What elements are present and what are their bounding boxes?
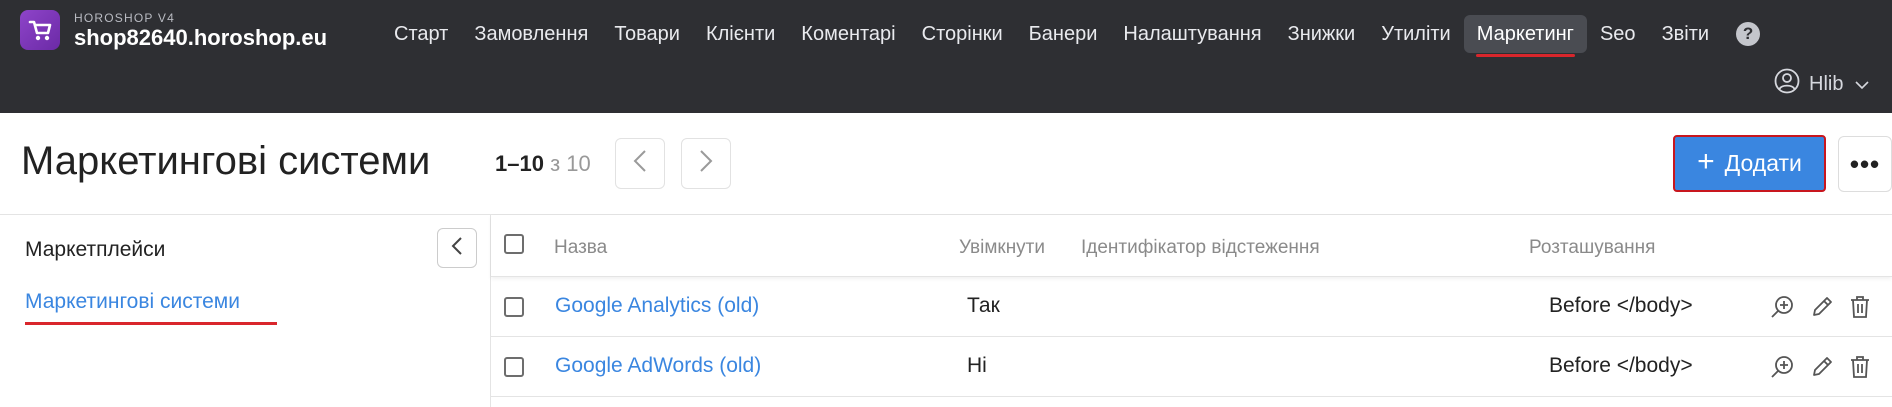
- column-placement[interactable]: Розташування: [1529, 237, 1655, 259]
- user-avatar-icon: [1774, 68, 1800, 100]
- active-item-underline: [25, 322, 277, 325]
- nav-item-orders[interactable]: Замовлення: [461, 15, 601, 53]
- pagination-info: 1–10 з 10: [495, 151, 591, 177]
- shop-domain[interactable]: shop82640.horoshop.eu: [74, 25, 327, 51]
- chevron-left-icon: [451, 236, 463, 261]
- zoom-in-icon[interactable]: [1768, 353, 1796, 381]
- pencil-icon[interactable]: [1808, 353, 1836, 381]
- row-checkbox[interactable]: [504, 297, 524, 317]
- collapse-sidebar-button[interactable]: [437, 228, 477, 268]
- nav-item-products[interactable]: Товари: [601, 15, 693, 53]
- row-name-link[interactable]: Google Analytics (old): [555, 294, 759, 318]
- trash-icon[interactable]: [1846, 293, 1874, 321]
- next-page-button[interactable]: [681, 138, 731, 189]
- add-button[interactable]: + Додати: [1673, 135, 1826, 192]
- row-placement: Before </body>: [1549, 354, 1693, 377]
- column-tracking-id[interactable]: Ідентифікатор відстеження: [1081, 237, 1320, 259]
- nav-item-pages[interactable]: Сторінки: [909, 15, 1016, 53]
- nav-item-marketing[interactable]: Маркетинг: [1463, 15, 1587, 57]
- table-header: Назва Увімкнути Ідентифікатор відстеженн…: [491, 215, 1892, 277]
- top-navbar: HOROSHOP V4 shop82640.horoshop.eu Старт …: [0, 0, 1892, 113]
- add-button-label: Додати: [1724, 150, 1802, 176]
- chevron-left-icon: [633, 149, 647, 178]
- sidebar-item-marketplaces[interactable]: Маркетплейси: [25, 238, 165, 262]
- help-icon[interactable]: ?: [1736, 22, 1761, 46]
- nav-item-start[interactable]: Старт: [381, 15, 461, 53]
- more-actions-button[interactable]: •••: [1838, 136, 1892, 192]
- row-enabled: Ні: [967, 354, 987, 377]
- nav-item-seo[interactable]: Seo: [1587, 15, 1649, 53]
- nav-item-reports[interactable]: Звіти: [1649, 15, 1722, 53]
- brand-version: HOROSHOP V4: [74, 11, 176, 25]
- row-enabled: Так: [967, 294, 1000, 317]
- nav-item-banners[interactable]: Банери: [1016, 15, 1111, 53]
- page-title: Маркетингові системи: [21, 139, 431, 183]
- nav-item-comments[interactable]: Коментарі: [788, 15, 908, 53]
- main-nav: Старт Замовлення Товари Клієнти Коментар…: [381, 15, 1761, 57]
- row-placement: Before </body>: [1549, 294, 1693, 317]
- pagination-range: 1–10: [495, 151, 544, 176]
- nav-item-utilities[interactable]: Утиліти: [1368, 15, 1463, 53]
- pagination-total: з 10: [543, 151, 591, 176]
- row-name-link[interactable]: Google AdWords (old): [555, 354, 761, 378]
- plus-icon: +: [1697, 145, 1715, 178]
- row-checkbox[interactable]: [504, 357, 524, 377]
- cart-logo-icon[interactable]: [20, 10, 60, 50]
- sidebar-item-marketing-systems[interactable]: Маркетингові системи: [25, 290, 240, 314]
- nav-item-clients[interactable]: Клієнти: [693, 15, 788, 53]
- column-name[interactable]: Назва: [554, 237, 607, 259]
- zoom-in-icon[interactable]: [1768, 293, 1796, 321]
- table-row: Google AdWords (old) Ні Before </body>: [491, 337, 1892, 397]
- user-name: Hlib: [1809, 72, 1844, 95]
- chevron-right-icon: [699, 149, 713, 178]
- chevron-down-icon: [1855, 73, 1870, 96]
- user-menu[interactable]: Hlib: [1774, 68, 1870, 100]
- prev-page-button[interactable]: [615, 138, 665, 189]
- column-enabled[interactable]: Увімкнути: [959, 237, 1045, 259]
- nav-item-settings[interactable]: Налаштування: [1110, 15, 1274, 53]
- table-row: Google Analytics (old) Так Before </body…: [491, 277, 1892, 337]
- trash-icon[interactable]: [1846, 353, 1874, 381]
- pencil-icon[interactable]: [1808, 293, 1836, 321]
- select-all-checkbox[interactable]: [504, 234, 524, 254]
- nav-item-discounts[interactable]: Знижки: [1275, 15, 1369, 53]
